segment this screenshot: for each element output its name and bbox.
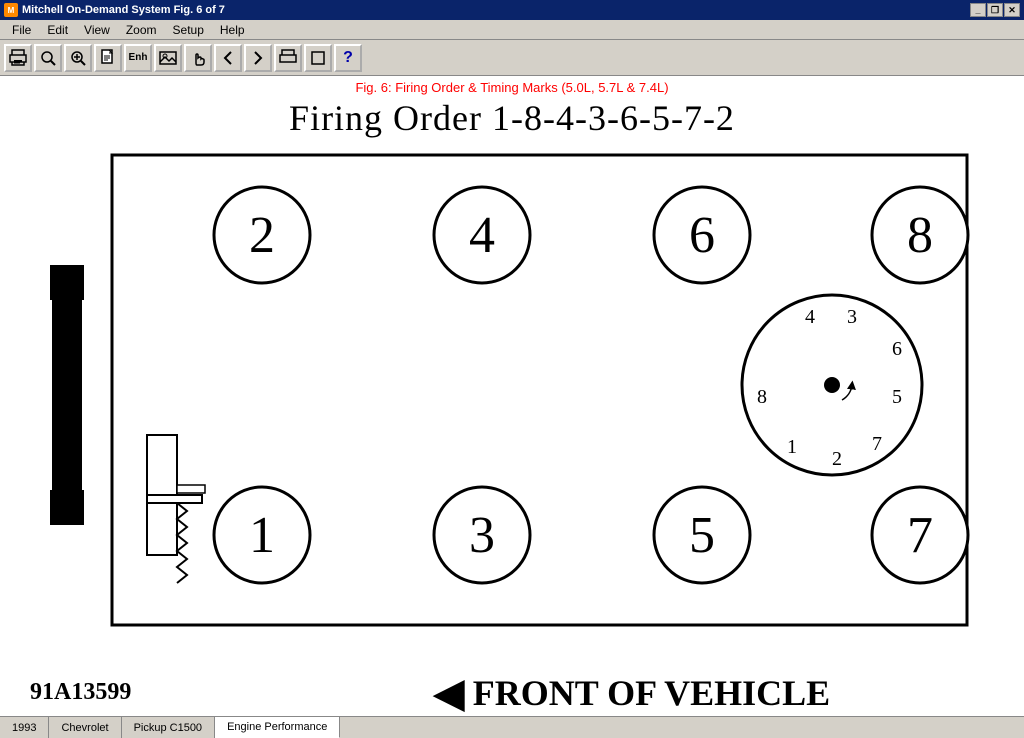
- toolbar-box-btn[interactable]: [304, 44, 332, 72]
- image-id: 91A13599: [30, 679, 131, 706]
- app-icon: M: [4, 3, 18, 17]
- title-bar: M Mitchell On-Demand System Fig. 6 of 7 …: [0, 0, 1024, 20]
- menu-zoom[interactable]: Zoom: [118, 21, 165, 39]
- svg-text:1: 1: [787, 436, 797, 458]
- svg-text:1: 1: [249, 507, 275, 564]
- status-tab-model[interactable]: Pickup C1500: [122, 717, 216, 738]
- svg-text:3: 3: [847, 306, 857, 328]
- toolbar-help-btn[interactable]: ?: [334, 44, 362, 72]
- svg-text:6: 6: [892, 338, 902, 360]
- main-content: Fig. 6: Firing Order & Timing Marks (5.0…: [0, 76, 1024, 716]
- svg-text:7: 7: [907, 507, 933, 564]
- firing-order-title: Firing Order 1-8-4-3-6-5-7-2: [289, 97, 735, 139]
- svg-text:8: 8: [757, 386, 767, 408]
- svg-text:3: 3: [469, 507, 495, 564]
- menu-setup[interactable]: Setup: [165, 21, 212, 39]
- menu-help[interactable]: Help: [212, 21, 253, 39]
- toolbar-forward-btn[interactable]: [244, 44, 272, 72]
- svg-text:2: 2: [249, 207, 275, 264]
- front-label: FRONT OF VEHICLE: [473, 672, 830, 714]
- window-controls: _ ❐ ✕: [970, 3, 1020, 17]
- front-arrow-icon: ◀: [432, 668, 464, 716]
- svg-text:4: 4: [805, 306, 815, 328]
- toolbar-zoom-btn[interactable]: [64, 44, 92, 72]
- svg-text:8: 8: [907, 207, 933, 264]
- window-title: Mitchell On-Demand System Fig. 6 of 7: [22, 4, 225, 16]
- close-button[interactable]: ✕: [1004, 3, 1020, 17]
- svg-text:5: 5: [689, 507, 715, 564]
- svg-text:6: 6: [689, 207, 715, 264]
- svg-text:7: 7: [872, 433, 882, 455]
- diagram-area: Firing Order 1-8-4-3-6-5-7-2 2: [0, 97, 1024, 711]
- menu-edit[interactable]: Edit: [39, 21, 76, 39]
- minimize-button[interactable]: _: [970, 3, 986, 17]
- status-tab-make[interactable]: Chevrolet: [49, 717, 121, 738]
- toolbar-print-btn[interactable]: [4, 44, 32, 72]
- status-bar: 1993 Chevrolet Pickup C1500 Engine Perfo…: [0, 716, 1024, 738]
- menu-file[interactable]: File: [4, 21, 39, 39]
- toolbar-doc-btn[interactable]: [94, 44, 122, 72]
- menu-bar: File Edit View Zoom Setup Help: [0, 20, 1024, 40]
- toolbar: Enh ?: [0, 40, 1024, 76]
- toolbar-image-btn[interactable]: [154, 44, 182, 72]
- toolbar-enhance-btn[interactable]: Enh: [124, 44, 152, 72]
- svg-text:4: 4: [469, 207, 495, 264]
- toolbar-print2-btn[interactable]: [274, 44, 302, 72]
- status-tab-category[interactable]: Engine Performance: [215, 717, 340, 738]
- engine-diagram-svg: 2 4 6 8 1 3 5: [42, 145, 982, 635]
- svg-text:2: 2: [832, 448, 842, 470]
- svg-text:5: 5: [892, 386, 902, 408]
- toolbar-hand-btn[interactable]: [184, 44, 212, 72]
- toolbar-search-btn[interactable]: [34, 44, 62, 72]
- restore-button[interactable]: ❐: [987, 3, 1003, 17]
- menu-view[interactable]: View: [76, 21, 118, 39]
- figure-caption: Fig. 6: Firing Order & Timing Marks (5.0…: [0, 76, 1024, 97]
- toolbar-back-btn[interactable]: [214, 44, 242, 72]
- status-tab-year[interactable]: 1993: [0, 717, 49, 738]
